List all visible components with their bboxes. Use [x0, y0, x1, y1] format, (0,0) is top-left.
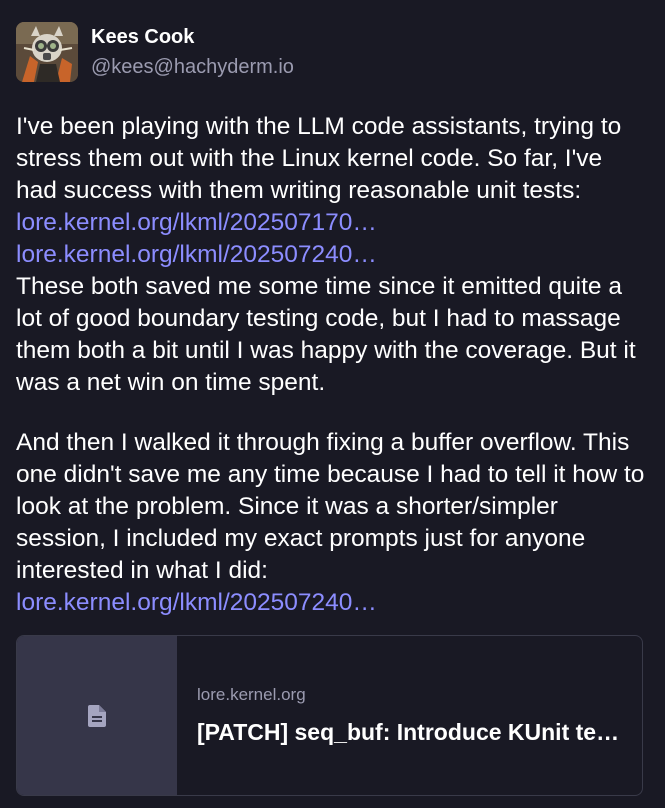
post-header: Kees Cook @kees@hachyderm.io: [16, 0, 649, 82]
avatar-image: [16, 22, 78, 82]
link-lkml-3[interactable]: lore.kernel.org/lkml/202507240…: [16, 589, 377, 616]
paragraph-2: And then I walked it through fixing a bu…: [16, 427, 646, 619]
avatar[interactable]: [16, 22, 78, 82]
link-lkml-1[interactable]: lore.kernel.org/lkml/202507170…: [16, 209, 377, 236]
author-info: Kees Cook @kees@hachyderm.io: [91, 25, 294, 79]
link-lkml-2[interactable]: lore.kernel.org/lkml/202507240…: [16, 241, 377, 268]
paragraph-1: I've been playing with the LLM code assi…: [16, 111, 646, 399]
paragraph-1-text-a: I've been playing with the LLM code assi…: [16, 113, 622, 204]
author-handle[interactable]: @kees@hachyderm.io: [91, 55, 294, 79]
paragraph-2-text: And then I walked it through fixing a bu…: [16, 429, 645, 584]
link-preview-card[interactable]: lore.kernel.org [PATCH] seq_buf: Introdu…: [16, 635, 643, 796]
paragraph-1-text-b: These both saved me some time since it e…: [16, 273, 636, 396]
card-host: lore.kernel.org: [197, 685, 306, 704]
post: Kees Cook @kees@hachyderm.io I've been p…: [0, 0, 665, 808]
card-thumbnail: [17, 636, 177, 795]
document-icon: [88, 704, 106, 727]
post-content: I've been playing with the LLM code assi…: [16, 111, 646, 619]
author-display-name[interactable]: Kees Cook: [91, 25, 294, 49]
card-body: lore.kernel.org [PATCH] seq_buf: Introdu…: [177, 636, 642, 795]
card-title[interactable]: [PATCH] seq_buf: Introduce KUnit tests: [197, 719, 622, 746]
